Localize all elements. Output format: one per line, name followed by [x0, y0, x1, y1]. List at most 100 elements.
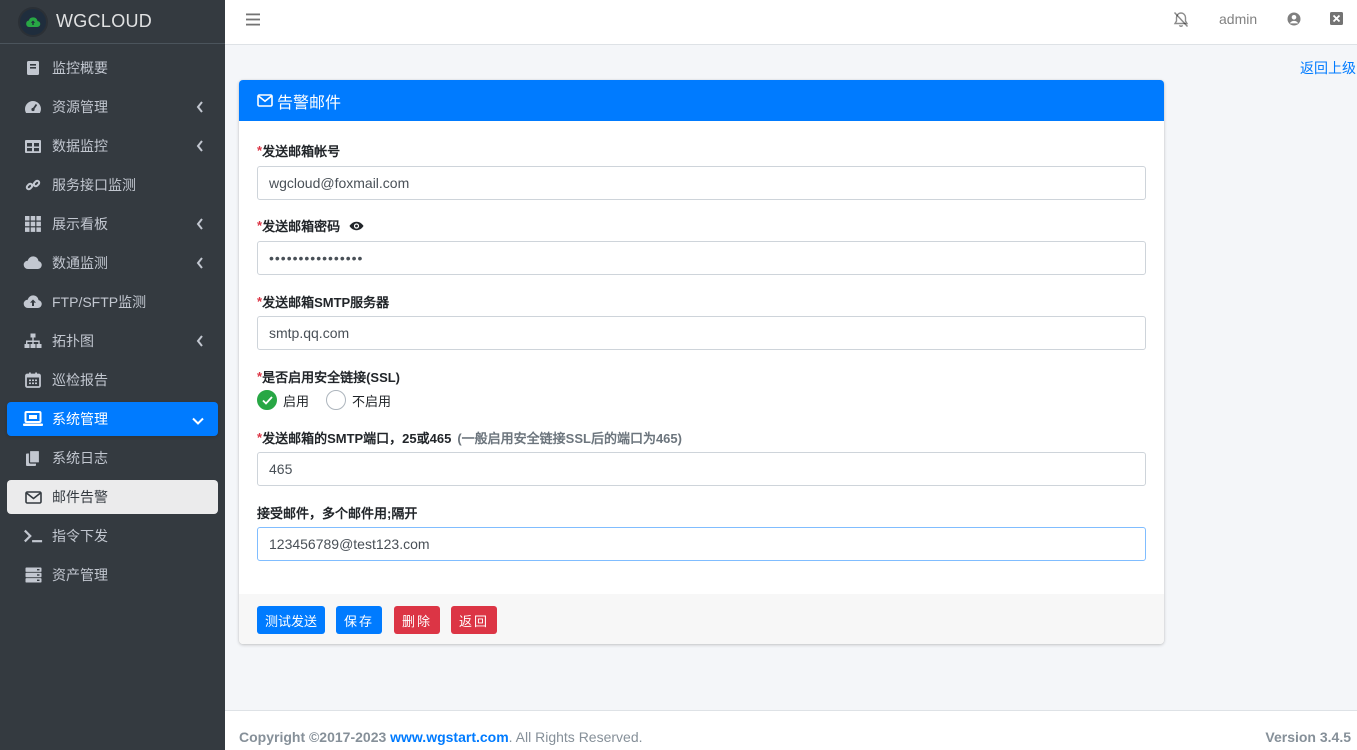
- cloud-upload-icon: [23, 292, 43, 312]
- smtp-port-label: * 发送邮箱的SMTP端口，25或465 (一般启用安全链接SSL后的端口为465): [257, 428, 682, 447]
- sidebar-item-label: 系统日志: [52, 450, 108, 466]
- return-button[interactable]: 返回: [451, 606, 498, 634]
- card-title: 告警邮件: [277, 94, 342, 112]
- sidebar-item-label: 邮件告警: [52, 489, 108, 505]
- sidebar-item-inspection-report[interactable]: 巡检报告: [7, 363, 218, 397]
- sidebar-item-label: 巡检报告: [52, 372, 108, 388]
- delete-button[interactable]: 删除: [394, 606, 441, 634]
- sidebar-item-label: 资源管理: [52, 99, 108, 115]
- recipients-label-text: 接受邮件，多个邮件用;隔开: [257, 506, 418, 521]
- smtp-port-label-text: 发送邮箱的SMTP端口，25或465: [262, 431, 452, 446]
- brand[interactable]: WGCLOUD: [0, 0, 225, 44]
- sidebar-item-overview[interactable]: 监控概要: [7, 51, 218, 85]
- chevron-left-icon: [196, 217, 204, 233]
- sender-account-label: * 发送邮箱帐号: [257, 141, 340, 160]
- sidebar-item-label: 展示看板: [52, 216, 108, 232]
- recipients-input[interactable]: [257, 527, 1146, 561]
- sidebar-item-label: 服务接口监测: [52, 177, 136, 193]
- eye-icon[interactable]: [349, 221, 364, 231]
- sidebar-item-asset-management[interactable]: 资产管理: [7, 558, 218, 592]
- recipients-label: 接受邮件，多个邮件用;隔开: [257, 503, 417, 522]
- book-icon: [23, 58, 43, 78]
- copy-icon: [23, 448, 43, 468]
- sidebar-item-email-alert[interactable]: 邮件告警: [7, 480, 218, 514]
- hamburger-icon[interactable]: [246, 13, 260, 26]
- close-square-icon[interactable]: [1330, 12, 1343, 25]
- save-button[interactable]: 保存: [336, 606, 383, 634]
- ssl-disable-radio[interactable]: [326, 390, 347, 410]
- envelope-icon: [257, 94, 273, 107]
- ssl-label-text: 是否启用安全链接(SSL): [262, 370, 401, 385]
- sidebar-item-label: 数据监控: [52, 138, 108, 154]
- brand-name: WGCLOUD: [56, 11, 153, 31]
- cloud-logo-icon: [20, 8, 46, 35]
- sidebar-item-ftp-monitor[interactable]: FTP/SFTP监测: [7, 285, 218, 319]
- user-circle-icon[interactable]: [1287, 12, 1301, 26]
- ssl-enable-radio[interactable]: [257, 390, 277, 410]
- version-label: Version 3.4.5: [1265, 729, 1351, 745]
- sender-account-label-text: 发送邮箱帐号: [262, 144, 341, 159]
- sidebar-item-command-dispatch[interactable]: 指令下发: [7, 519, 218, 553]
- email-alert-card: 告警邮件 *发送邮箱帐号 *发送邮箱密码 *发送邮箱SMTP服务器 *是否启用安…: [239, 80, 1164, 644]
- card-footer: 测试发送 保存 删除 返回: [239, 594, 1164, 644]
- sidebar-item-label: FTP/SFTP监测: [52, 294, 147, 310]
- page-footer: Copyright ©2017-2023 www.wgstart.com. Al…: [225, 710, 1357, 750]
- bell-slash-icon[interactable]: [1172, 11, 1190, 28]
- user-name[interactable]: admin: [1219, 11, 1257, 27]
- chevron-down-icon: [192, 412, 204, 428]
- chevron-left-icon: [196, 139, 204, 155]
- laptop-icon: [23, 409, 43, 429]
- sender-account-input[interactable]: [257, 166, 1146, 200]
- sidebar-item-resources[interactable]: 资源管理: [7, 90, 218, 124]
- sidebar-nav: 监控概要 资源管理 数据监控 服务接口监测 展示看板 数通监测 FTP/SFTP…: [0, 44, 225, 592]
- calendar-icon: [23, 370, 43, 390]
- ssl-disable-label[interactable]: 不启用: [352, 391, 391, 410]
- sidebar-item-label: 资产管理: [52, 567, 108, 583]
- sidebar-item-label: 监控概要: [52, 60, 108, 76]
- version-text: Version 3.4.5: [1265, 729, 1351, 745]
- sidebar-item-dashboard[interactable]: 展示看板: [7, 207, 218, 241]
- rights-text: . All Rights Reserved.: [508, 729, 643, 745]
- server-icon: [23, 565, 43, 585]
- chevron-left-icon: [196, 100, 204, 116]
- sender-password-input[interactable]: [257, 241, 1146, 275]
- sender-password-label: * 发送邮箱密码: [257, 216, 364, 235]
- smtp-server-label: * 发送邮箱SMTP服务器: [257, 292, 389, 311]
- ssl-label: * 是否启用安全链接(SSL): [257, 367, 400, 386]
- chevron-left-icon: [196, 256, 204, 272]
- site-link[interactable]: www.wgstart.com: [390, 729, 509, 745]
- sidebar-item-label: 指令下发: [52, 528, 108, 544]
- sidebar-item-network-monitor[interactable]: 数通监测: [7, 246, 218, 280]
- ssl-radio-group: 启用 不启用: [257, 390, 391, 410]
- cloud-icon: [23, 253, 43, 273]
- smtp-server-label-text: 发送邮箱SMTP服务器: [262, 295, 390, 310]
- grid-icon: [23, 214, 43, 234]
- sidebar-item-label: 拓扑图: [52, 333, 94, 349]
- smtp-server-input[interactable]: [257, 316, 1146, 350]
- sitemap-icon: [23, 331, 43, 351]
- card-header: 告警邮件: [239, 80, 1164, 121]
- table-icon: [23, 136, 43, 156]
- sidebar-item-system-log[interactable]: 系统日志: [7, 441, 218, 475]
- link-icon: [23, 175, 43, 195]
- chevron-left-icon: [196, 334, 204, 350]
- smtp-port-hint: (一般启用安全链接SSL后的端口为465): [457, 431, 682, 446]
- sidebar: WGCLOUD 监控概要 资源管理 数据监控 服务接口监测 展示看板 数通监测 …: [0, 0, 225, 750]
- sidebar-item-label: 系统管理: [52, 411, 108, 427]
- back-link[interactable]: 返回上级: [1300, 58, 1356, 78]
- sidebar-item-topology[interactable]: 拓扑图: [7, 324, 218, 358]
- copyright-text: Copyright ©2017-2023: [239, 729, 387, 745]
- sidebar-item-data-monitor[interactable]: 数据监控: [7, 129, 218, 163]
- topbar: admin: [225, 0, 1357, 45]
- ssl-enable-label[interactable]: 启用: [283, 391, 309, 410]
- copyright: Copyright ©2017-2023 www.wgstart.com. Al…: [239, 729, 643, 745]
- terminal-icon: [23, 526, 43, 546]
- smtp-port-input[interactable]: [257, 452, 1146, 486]
- envelope-icon: [23, 487, 43, 507]
- sidebar-item-label: 数通监测: [52, 255, 108, 271]
- tachometer-icon: [23, 97, 43, 117]
- sender-password-label-text: 发送邮箱密码: [262, 219, 341, 234]
- test-send-button[interactable]: 测试发送: [257, 606, 326, 634]
- sidebar-item-system-management[interactable]: 系统管理: [7, 402, 218, 436]
- sidebar-item-api-monitor[interactable]: 服务接口监测: [7, 168, 218, 202]
